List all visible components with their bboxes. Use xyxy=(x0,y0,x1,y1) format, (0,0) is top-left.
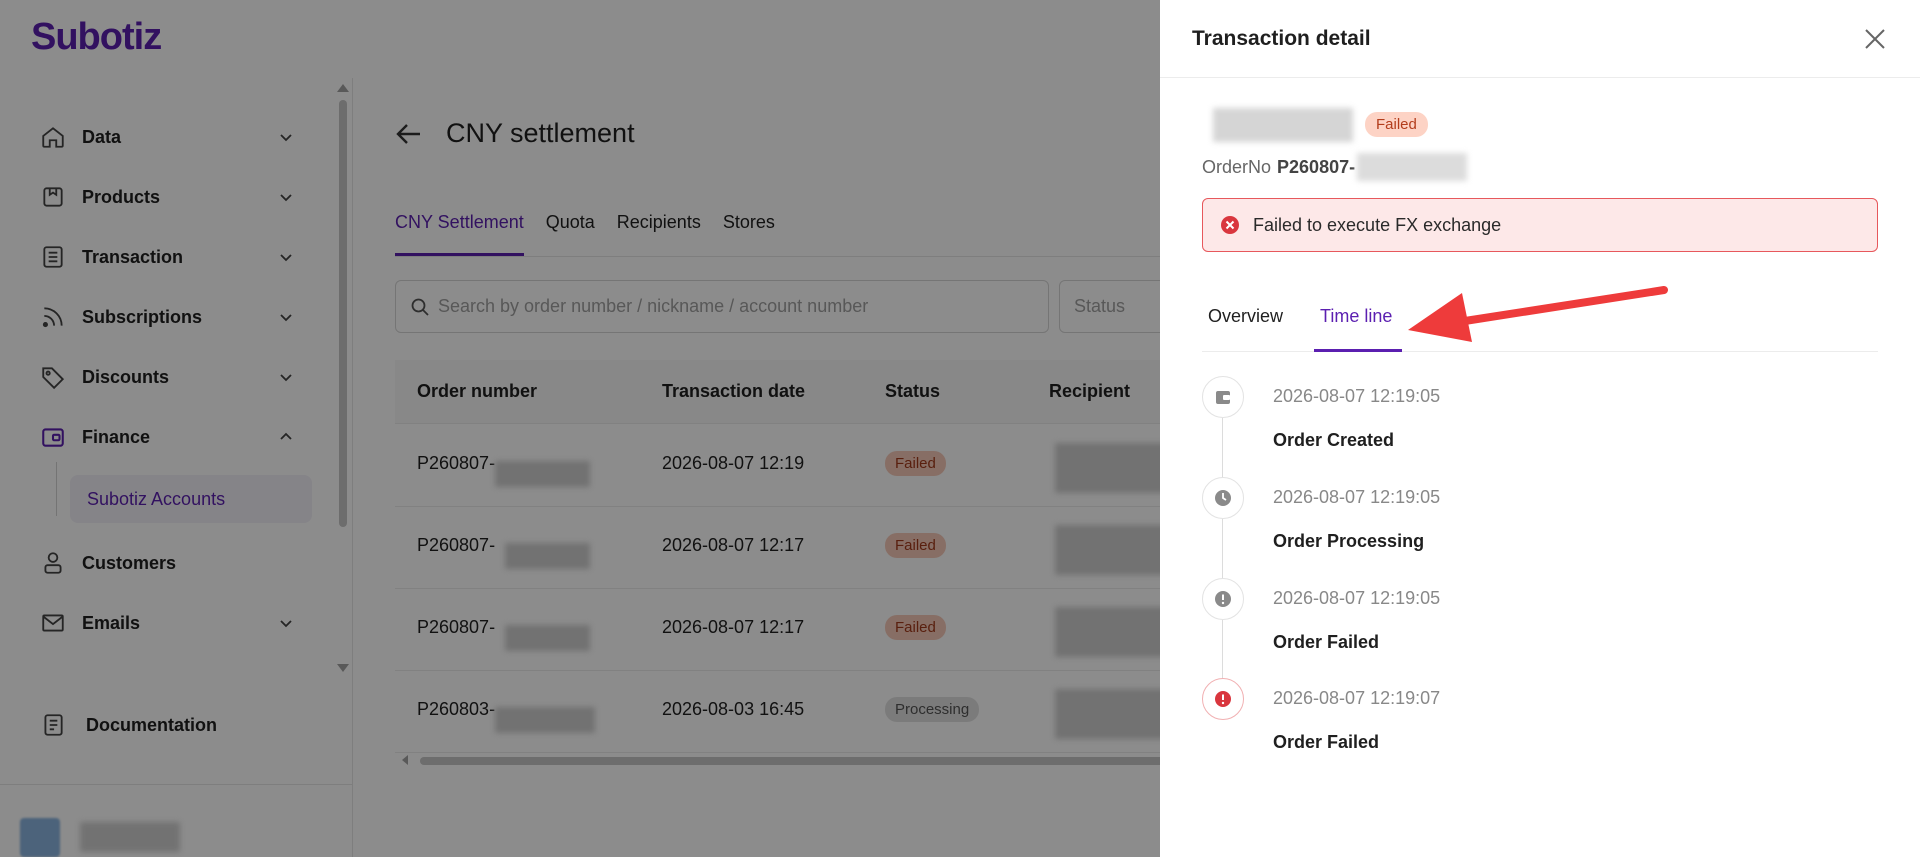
order-value: P260807- xyxy=(1277,156,1356,177)
timeline-dot xyxy=(1202,578,1244,620)
timeline-time: 2026-08-07 12:19:07 xyxy=(1273,688,1441,708)
drawer-header: Transaction detail xyxy=(1160,0,1920,78)
timeline-time: 2026-08-07 12:19:05 xyxy=(1273,487,1441,507)
timeline-dot xyxy=(1202,376,1244,418)
timeline-event: Order Created xyxy=(1273,430,1395,450)
alert-icon xyxy=(1215,691,1231,707)
close-icon xyxy=(1865,29,1885,49)
timeline-event: Order Failed xyxy=(1273,632,1380,652)
transaction-detail-drawer: Transaction detail Failed OrderNo P26080… xyxy=(1160,0,1920,857)
active-tab-indicator xyxy=(1314,349,1402,352)
tab-time-line[interactable]: Time line xyxy=(1320,306,1392,327)
order-number: OrderNo P260807- xyxy=(1202,153,1468,181)
annotation-arrow-icon xyxy=(1408,286,1668,342)
tab-overview[interactable]: Overview xyxy=(1208,306,1283,327)
timeline-connector xyxy=(1222,418,1223,478)
timeline-event: Order Processing xyxy=(1273,531,1425,551)
error-alert: Failed to execute FX exchange xyxy=(1202,198,1878,252)
clock-icon xyxy=(1215,490,1231,506)
alert-icon xyxy=(1215,591,1231,607)
timeline-dot xyxy=(1202,678,1244,720)
order-number-redacted xyxy=(1357,153,1468,181)
timeline-dot xyxy=(1202,477,1244,519)
close-button[interactable] xyxy=(1860,24,1890,54)
status-badge: Failed xyxy=(1365,112,1428,137)
error-alert-text: Failed to execute FX exchange xyxy=(1253,214,1502,235)
drawer-title: Transaction detail xyxy=(1192,27,1371,50)
error-circle-icon xyxy=(1221,216,1239,234)
timeline-connector xyxy=(1222,519,1223,579)
timeline-event: Order Failed xyxy=(1273,732,1380,752)
modal-overlay[interactable] xyxy=(0,0,1160,857)
timeline-time: 2026-08-07 12:19:05 xyxy=(1273,386,1441,406)
customer-name-redacted xyxy=(1213,108,1353,142)
wallet-icon xyxy=(1216,391,1230,404)
timeline-connector xyxy=(1222,620,1223,680)
timeline-time: 2026-08-07 12:19:05 xyxy=(1273,588,1441,608)
order-label: OrderNo xyxy=(1202,156,1272,177)
